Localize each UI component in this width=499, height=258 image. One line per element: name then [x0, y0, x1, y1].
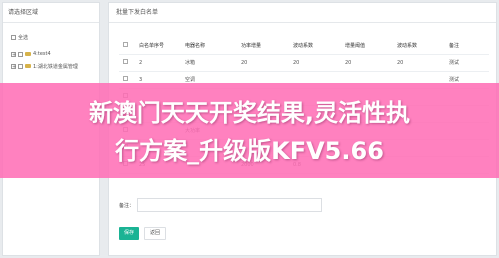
- back-button[interactable]: 返回: [144, 227, 166, 240]
- header-select-all-cell[interactable]: [119, 37, 135, 55]
- row-checkbox[interactable]: [123, 59, 128, 64]
- tree-node-label: 4:test4: [33, 51, 51, 57]
- column-header: 波动系数: [393, 37, 445, 55]
- tree-node-checkbox[interactable]: [18, 63, 23, 69]
- action-buttons: 保存 返回: [119, 227, 171, 240]
- region-panel-title: 请选择区域: [3, 3, 99, 23]
- table-cell: 测试: [445, 54, 489, 72]
- select-all-checkbox[interactable]: [11, 34, 16, 40]
- folder-icon: [25, 52, 31, 56]
- row-checkbox[interactable]: [123, 76, 128, 81]
- tree-node-checkbox[interactable]: [18, 51, 23, 57]
- expand-icon[interactable]: +: [11, 63, 16, 69]
- column-header: 电器名称: [181, 37, 237, 55]
- remark-label: 备注：: [119, 202, 135, 209]
- table-cell: 2: [135, 54, 181, 72]
- table-header-row: 白名单序号 电器名称 功率增量 波动系数 增量阈值 波动系数 备注: [119, 37, 489, 55]
- column-header: 功率增量: [237, 37, 289, 55]
- header-checkbox[interactable]: [123, 41, 128, 47]
- table-cell: 20: [341, 54, 393, 72]
- column-header: 白名单序号: [135, 37, 181, 55]
- table-cell: 20: [393, 54, 445, 72]
- banner-headline-line1: 新澳门天天开奖结果,灵活性执: [88, 99, 411, 127]
- table-row[interactable]: 2 冰箱 20 20 20 20 测试: [119, 54, 489, 72]
- tree-node-label: 1:湖北铁道金属管理: [33, 63, 78, 70]
- column-header: 增量阈值: [341, 37, 393, 55]
- banner-headline-line2: 行方案_升级版KFV5.66: [115, 137, 384, 165]
- tree-node-test4[interactable]: + 4:test4: [3, 48, 99, 60]
- folder-icon: [25, 64, 31, 68]
- select-all-label: 全选: [18, 34, 29, 41]
- row-select-cell[interactable]: [119, 54, 135, 72]
- tree-node-railway[interactable]: + 1:湖北铁道金属管理: [3, 60, 99, 72]
- remark-input[interactable]: [137, 198, 322, 212]
- table-cell: 20: [289, 54, 341, 72]
- expand-icon[interactable]: +: [11, 51, 16, 57]
- column-header: 备注: [445, 37, 489, 55]
- column-header: 波动系数: [289, 37, 341, 55]
- select-all-row[interactable]: 全选: [3, 31, 99, 43]
- table-cell: 20: [237, 54, 289, 72]
- save-button[interactable]: 保存: [119, 227, 139, 240]
- table-cell: 冰箱: [181, 54, 237, 72]
- whitelist-panel-title: 批量下发白名单: [109, 3, 496, 23]
- remark-row: 备注：: [119, 198, 322, 212]
